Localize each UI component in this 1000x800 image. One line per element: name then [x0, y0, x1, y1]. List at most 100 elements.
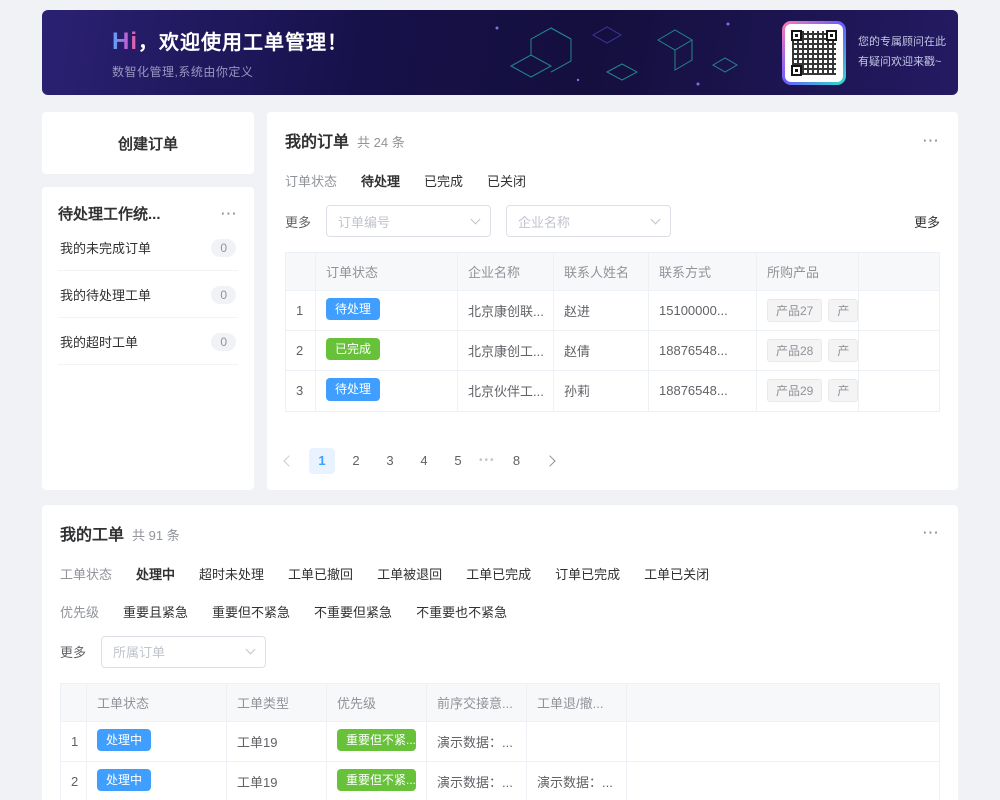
filter-option-closed[interactable]: 已关闭	[487, 171, 526, 190]
orders-more-link[interactable]: 更多	[914, 212, 940, 231]
status-badge: 处理中	[97, 729, 151, 751]
banner-qr-group: 您的专属顾问在此 有疑问欢迎来戳~	[782, 21, 958, 85]
product-tag: 产品29	[767, 379, 822, 402]
qr-caption: 您的专属顾问在此 有疑问欢迎来戳~	[858, 33, 946, 73]
withdraw-cell	[527, 721, 627, 761]
filter-option-completed[interactable]: 已完成	[424, 171, 463, 190]
my-orders-panel: 我的订单 共 24 条 ⋯ 订单状态 待处理 已完成 已关闭 更多 订单编号 企…	[267, 112, 958, 490]
page: Hi，欢迎使用工单管理！ 数智化管理,系统由你定义	[0, 0, 1000, 800]
status-badge: 待处理	[326, 298, 380, 320]
contact-cell: 赵倩	[554, 331, 649, 371]
priority-badge: 重要但不紧...	[337, 729, 416, 751]
handover-cell: 演示数据：...	[427, 761, 527, 800]
row-index: 2	[286, 331, 316, 371]
col-header-handover: 前序交接意...	[427, 683, 527, 721]
company-cell: 北京康创工...	[458, 331, 554, 371]
qr-finder-icon	[791, 30, 802, 41]
pagination: 1 2 3 4 5 ••• 8	[285, 448, 940, 474]
table-row[interactable]: 1 待处理 北京康创联... 赵进 15100000... 产品27产	[286, 291, 940, 331]
filter-option-returned[interactable]: 工单被退回	[377, 564, 442, 583]
table-row[interactable]: 2 处理中 工单19 重要但不紧... 演示数据：... 演示数据：...	[61, 761, 940, 800]
stat-label: 我的超时工单	[60, 332, 138, 351]
status-badge: 待处理	[326, 378, 380, 400]
filter-option-overtime[interactable]: 超时未处理	[199, 564, 264, 583]
filter-option-order-completed[interactable]: 订单已完成	[555, 564, 620, 583]
qr-caption-line1: 您的专属顾问在此	[858, 33, 946, 53]
filter-option-processing[interactable]: 处理中	[136, 564, 175, 583]
more-icon[interactable]: ⋯	[922, 524, 940, 541]
page-button-5[interactable]: 5	[445, 448, 471, 474]
qr-finder-icon	[826, 30, 837, 41]
withdraw-cell: 演示数据：...	[527, 761, 627, 800]
ticket-type-cell: 工单19	[227, 721, 327, 761]
ticket-status-filter-label: 工单状态	[60, 564, 112, 583]
banner-title: Hi，欢迎使用工单管理！	[112, 26, 348, 56]
status-badge: 已完成	[326, 338, 380, 360]
order-no-select[interactable]: 订单编号	[326, 205, 491, 237]
page-button-3[interactable]: 3	[377, 448, 403, 474]
col-header-phone: 联系方式	[649, 253, 757, 291]
chevron-left-icon[interactable]	[283, 455, 294, 466]
chevron-down-icon	[651, 214, 661, 224]
stat-count-badge: 0	[211, 333, 236, 351]
phone-cell: 18876548...	[649, 331, 757, 371]
qr-frame	[782, 21, 846, 85]
page-button-8[interactable]: 8	[504, 448, 530, 474]
pagination-ellipsis-icon[interactable]: •••	[479, 455, 496, 466]
orders-table-header-row: 订单状态 企业名称 联系人姓名 联系方式 所购产品	[286, 253, 940, 291]
ticket-type-cell: 工单19	[227, 761, 327, 800]
parent-order-select[interactable]: 所属订单	[101, 636, 266, 668]
tickets-table-header-row: 工单状态 工单类型 优先级 前序交接意... 工单退/撤...	[61, 683, 940, 721]
chevron-right-icon[interactable]	[544, 455, 555, 466]
qr-code	[785, 24, 843, 82]
status-badge: 处理中	[97, 769, 151, 791]
col-header-priority: 优先级	[327, 683, 427, 721]
col-header-withdraw: 工单退/撤...	[527, 683, 627, 721]
stat-label: 我的未完成订单	[60, 238, 151, 257]
col-header-index	[286, 253, 316, 291]
company-name-select[interactable]: 企业名称	[506, 205, 671, 237]
table-row[interactable]: 1 处理中 工单19 重要但不紧... 演示数据：...	[61, 721, 940, 761]
banner-decoration-icon	[483, 10, 753, 95]
create-order-button[interactable]: 创建订单	[42, 112, 254, 174]
banner-title-hi: Hi	[112, 28, 138, 55]
filter-option-withdrawn[interactable]: 工单已撤回	[288, 564, 353, 583]
table-row[interactable]: 3 待处理 北京伙伴工... 孙莉 18876548... 产品29产	[286, 371, 940, 411]
ticket-status-filter-row: 工单状态 处理中 超时未处理 工单已撤回 工单被退回 工单已完成 订单已完成 工…	[60, 564, 940, 583]
stat-count-badge: 0	[211, 286, 236, 304]
order-no-placeholder: 订单编号	[338, 212, 390, 231]
filter-option-not-important-urgent[interactable]: 不重要但紧急	[314, 602, 392, 621]
more-icon[interactable]: ⋯	[922, 132, 940, 149]
contact-cell: 孙莉	[554, 371, 649, 411]
page-button-1[interactable]: 1	[309, 448, 335, 474]
company-name-placeholder: 企业名称	[518, 212, 570, 231]
table-row[interactable]: 2 已完成 北京康创工... 赵倩 18876548... 产品28产	[286, 331, 940, 371]
filter-option-not-important-not-urgent[interactable]: 不重要也不紧急	[416, 602, 507, 621]
page-button-4[interactable]: 4	[411, 448, 437, 474]
page-button-2[interactable]: 2	[343, 448, 369, 474]
filter-option-important-urgent[interactable]: 重要且紧急	[123, 602, 188, 621]
stat-item-unfinished-orders[interactable]: 我的未完成订单 0	[58, 224, 238, 271]
filter-option-important-not-urgent[interactable]: 重要但不紧急	[212, 602, 290, 621]
welcome-banner: Hi，欢迎使用工单管理！ 数智化管理,系统由你定义	[42, 10, 958, 95]
qr-finder-icon	[791, 65, 802, 76]
phone-cell: 18876548...	[649, 371, 757, 411]
my-tickets-panel: 我的工单 共 91 条 ⋯ 工单状态 处理中 超时未处理 工单已撤回 工单被退回…	[42, 505, 958, 800]
priority-badge: 重要但不紧...	[337, 769, 416, 791]
filter-option-ticket-closed[interactable]: 工单已关闭	[644, 564, 709, 583]
banner-title-rest: ，欢迎使用工单管理！	[138, 32, 348, 54]
col-header-company: 企业名称	[458, 253, 554, 291]
stat-item-overtime-tickets[interactable]: 我的超时工单 0	[58, 318, 238, 365]
filter-option-pending[interactable]: 待处理	[361, 171, 400, 190]
stat-label: 我的待处理工单	[60, 285, 151, 304]
filter-option-ticket-completed[interactable]: 工单已完成	[466, 564, 531, 583]
stat-count-badge: 0	[211, 239, 236, 257]
more-icon[interactable]: ⋯	[220, 205, 238, 222]
more-filters-label: 更多	[60, 642, 86, 661]
stat-item-pending-tickets[interactable]: 我的待处理工单 0	[58, 271, 238, 318]
order-status-filter-label: 订单状态	[285, 171, 337, 190]
company-cell: 北京康创联...	[458, 291, 554, 331]
col-header-products: 所购产品	[757, 253, 859, 291]
priority-filter-row: 优先级 重要且紧急 重要但不紧急 不重要但紧急 不重要也不紧急	[60, 602, 940, 621]
products-cell: 产品27产	[757, 291, 859, 331]
